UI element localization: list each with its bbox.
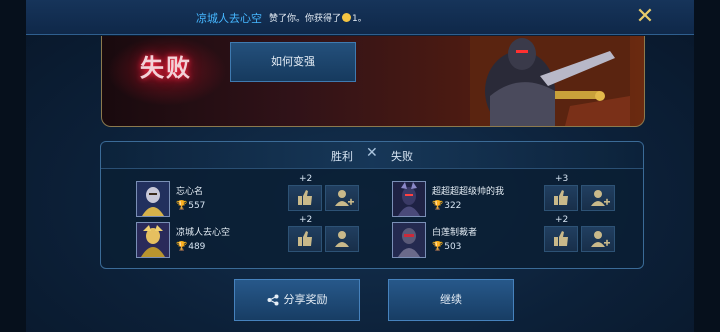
like-notification-bar: 凉城人去心空 赞了你。你获得了 1。 ✕ (26, 0, 694, 35)
notification-message-text: 赞了你。你获得了 (269, 14, 342, 24)
player-score: 🏆503 (432, 242, 461, 252)
close-icon[interactable]: ✕ (633, 5, 657, 29)
avatar (136, 222, 170, 258)
like-bonus: +2 (299, 174, 313, 184)
thumbs-up-icon (298, 231, 312, 246)
player-name: 忘心名 (176, 187, 204, 197)
player-row: 白莲制裁者 🏆503 +2 (392, 215, 632, 258)
avatar (392, 181, 426, 217)
hero-knight-artwork (470, 36, 630, 126)
results-panel: 胜利 ✕ 失败 忘心名 🏆557 +2 凉城人去心空 🏆489 +2 超超超超级… (100, 141, 644, 269)
left-edge (0, 0, 26, 332)
trophy-icon: 🏆 (432, 201, 444, 211)
share-icon (267, 294, 278, 306)
lose-label: 失败 (391, 150, 413, 163)
trophy-icon: 🏆 (432, 242, 444, 252)
coin-icon (342, 13, 352, 22)
notification-message: 赞了你。你获得了 1。 (269, 11, 367, 24)
like-bonus: +2 (555, 215, 569, 225)
result-banner: 失败 如何变强 (101, 36, 645, 127)
player-row: 忘心名 🏆557 +2 (136, 174, 376, 217)
player-name: 白莲制裁者 (432, 228, 478, 238)
notification-player-name: 凉城人去心空 (196, 12, 262, 25)
like-bonus: +3 (555, 174, 569, 184)
thumbs-up-icon (554, 231, 568, 246)
player-score-value: 322 (444, 201, 462, 211)
player-score-value: 503 (444, 242, 462, 252)
right-edge (694, 0, 720, 332)
like-bonus: +2 (299, 215, 313, 225)
add-friend-icon (591, 190, 610, 206)
share-reward-label: 分享奖励 (283, 293, 328, 306)
thumbs-up-button[interactable] (288, 226, 322, 252)
continue-button[interactable]: 继续 (388, 279, 514, 321)
result-title: 失败 (140, 54, 192, 82)
add-friend-icon (591, 231, 610, 247)
player-score-value: 557 (188, 201, 206, 211)
add-friend-button[interactable] (325, 185, 359, 211)
results-header: 胜利 ✕ 失败 (101, 142, 643, 169)
notification-message-count: 1。 (352, 14, 367, 24)
player-score-value: 489 (188, 242, 206, 252)
trophy-icon: 🏆 (176, 242, 188, 252)
thumbs-up-icon (298, 190, 312, 205)
thumbs-up-button[interactable] (288, 185, 322, 211)
thumbs-up-icon (554, 190, 568, 205)
add-friend-icon (335, 190, 354, 206)
player-name: 超超超超级帅的我 (432, 187, 505, 197)
player-row: 凉城人去心空 🏆489 +2 (136, 215, 376, 258)
trophy-icon: 🏆 (176, 201, 188, 211)
crossed-swords-icon: ✕ (366, 145, 378, 161)
avatar (392, 222, 426, 258)
add-friend-button[interactable] (581, 185, 615, 211)
thumbs-up-button[interactable] (544, 226, 578, 252)
player-score: 🏆322 (432, 201, 461, 211)
user-icon (335, 231, 349, 247)
win-label: 胜利 (331, 150, 353, 163)
player-row: 超超超超级帅的我 🏆322 +3 (392, 174, 632, 217)
thumbs-up-button[interactable] (544, 185, 578, 211)
player-score: 🏆489 (176, 242, 205, 252)
player-name: 凉城人去心空 (176, 228, 231, 238)
share-reward-button[interactable]: 分享奖励 (234, 279, 360, 321)
add-friend-button[interactable] (325, 226, 359, 252)
how-to-improve-button[interactable]: 如何变强 (230, 42, 356, 82)
add-friend-button[interactable] (581, 226, 615, 252)
player-score: 🏆557 (176, 201, 205, 211)
avatar (136, 181, 170, 217)
